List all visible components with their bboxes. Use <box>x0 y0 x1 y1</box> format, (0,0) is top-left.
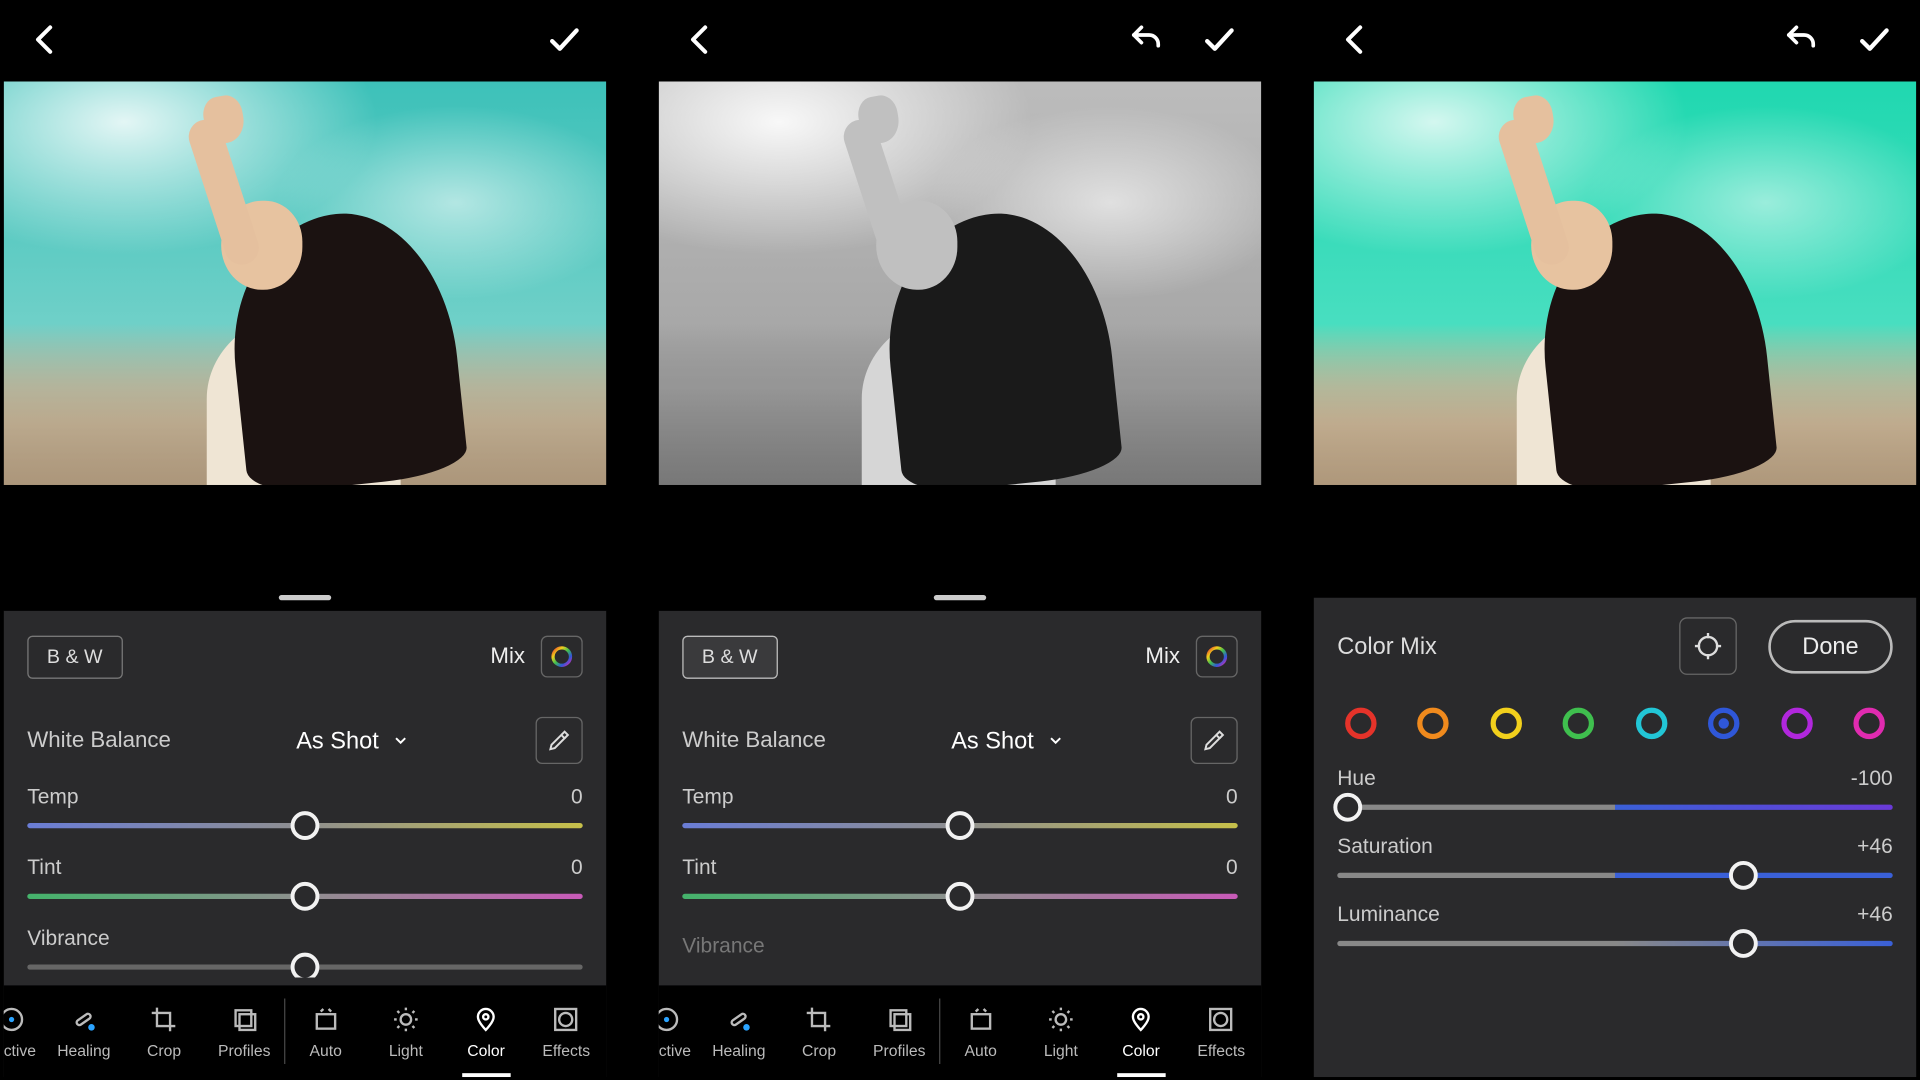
accept-icon[interactable] <box>1856 21 1893 64</box>
photo-preview[interactable] <box>659 82 1262 485</box>
mix-button-label[interactable]: Mix <box>490 643 525 669</box>
panel-grabber-area[interactable] <box>4 485 607 611</box>
tool-healing[interactable]: Healing <box>699 985 779 1077</box>
panel-grabber-area[interactable] <box>659 485 1262 611</box>
screen-bw: B & W Mix White Balance As Shot Temp 0 Ti… <box>659 3 1262 1077</box>
tool-profiles[interactable]: Profiles <box>859 985 939 1077</box>
white-balance-select[interactable]: As Shot <box>296 727 410 755</box>
saturation-slider[interactable]: Saturation +46 <box>1337 836 1892 878</box>
hue-value: -100 <box>1851 768 1893 792</box>
tool-healing[interactable]: Healing <box>44 985 124 1077</box>
swatch-aqua[interactable] <box>1636 708 1667 739</box>
tool-crop[interactable]: Crop <box>779 985 859 1077</box>
temp-label: Temp <box>682 786 733 810</box>
swatch-magenta[interactable] <box>1853 708 1884 739</box>
tint-value: 0 <box>571 857 583 881</box>
tool-selective[interactable]: ctive <box>659 985 699 1077</box>
bottom-toolbar: ctive Healing Crop Profiles Auto Light C… <box>4 985 607 1077</box>
colormix-panel: Color Mix Done Hue -100 <box>1314 598 1917 1077</box>
colormix-title: Color Mix <box>1337 632 1437 660</box>
swatch-green[interactable] <box>1563 708 1594 739</box>
tool-effects[interactable]: Effects <box>1181 985 1261 1077</box>
tool-light[interactable]: Light <box>366 985 446 1077</box>
vibrance-slider[interactable]: Vibrance <box>27 928 582 978</box>
luminance-value: +46 <box>1857 904 1893 928</box>
hue-slider[interactable]: Hue -100 <box>1337 768 1892 810</box>
hue-label: Hue <box>1337 768 1375 792</box>
swatch-orange[interactable] <box>1418 708 1449 739</box>
white-balance-label: White Balance <box>27 727 171 753</box>
tint-slider[interactable]: Tint 0 <box>682 857 1237 899</box>
white-balance-label: White Balance <box>682 727 826 753</box>
tool-auto[interactable]: Auto <box>286 985 366 1077</box>
bw-toggle-button[interactable]: B & W <box>27 635 122 678</box>
drag-handle-icon[interactable] <box>934 595 986 600</box>
saturation-value: +46 <box>1857 836 1893 860</box>
color-wheel-icon[interactable] <box>1196 636 1238 678</box>
tint-slider[interactable]: Tint 0 <box>27 857 582 899</box>
tool-color[interactable]: Color <box>1101 985 1181 1077</box>
screen-colormix: Color Mix Done Hue -100 <box>1314 3 1917 1077</box>
chevron-down-icon <box>392 731 410 749</box>
color-swatches <box>1337 695 1892 768</box>
swatch-yellow[interactable] <box>1490 708 1521 739</box>
saturation-label: Saturation <box>1337 836 1433 860</box>
color-wheel-icon[interactable] <box>541 636 583 678</box>
accept-icon[interactable] <box>546 21 583 64</box>
navbar <box>4 3 607 82</box>
panel-grabber-area <box>1314 485 1917 598</box>
tool-selective[interactable]: ctive <box>4 985 44 1077</box>
back-icon[interactable] <box>682 21 719 64</box>
chevron-down-icon <box>1047 731 1065 749</box>
temp-slider[interactable]: Temp 0 <box>682 786 1237 828</box>
vibrance-slider: Vibrance <box>682 936 1237 986</box>
photo-preview[interactable] <box>4 82 607 485</box>
drag-handle-icon[interactable] <box>279 595 331 600</box>
tint-label: Tint <box>27 857 61 881</box>
luminance-slider[interactable]: Luminance +46 <box>1337 904 1892 946</box>
navbar <box>659 3 1262 82</box>
temp-value: 0 <box>571 786 583 810</box>
tool-effects[interactable]: Effects <box>526 985 606 1077</box>
done-button[interactable]: Done <box>1768 619 1892 673</box>
mix-button-label[interactable]: Mix <box>1145 643 1180 669</box>
temp-label: Temp <box>27 786 78 810</box>
tool-light[interactable]: Light <box>1021 985 1101 1077</box>
vibrance-label: Vibrance <box>682 936 764 960</box>
target-adjust-icon[interactable] <box>1679 617 1737 675</box>
navbar <box>1314 3 1917 82</box>
swatch-red[interactable] <box>1345 708 1376 739</box>
undo-icon[interactable] <box>1783 21 1820 64</box>
tint-value: 0 <box>1226 857 1238 881</box>
swatch-blue[interactable] <box>1708 708 1739 739</box>
eyedropper-icon[interactable] <box>1191 717 1238 764</box>
photo-preview[interactable] <box>1314 82 1917 485</box>
luminance-label: Luminance <box>1337 904 1440 928</box>
vibrance-label: Vibrance <box>27 928 109 952</box>
tool-auto[interactable]: Auto <box>941 985 1021 1077</box>
tint-label: Tint <box>682 857 716 881</box>
undo-icon[interactable] <box>1128 21 1165 64</box>
back-icon[interactable] <box>1337 21 1374 64</box>
temp-slider[interactable]: Temp 0 <box>27 786 582 828</box>
screen-color: B & W Mix White Balance As Shot <box>4 3 607 1077</box>
accept-icon[interactable] <box>1201 21 1238 64</box>
bw-toggle-button[interactable]: B & W <box>682 635 777 678</box>
tool-crop[interactable]: Crop <box>124 985 204 1077</box>
tool-profiles[interactable]: Profiles <box>204 985 284 1077</box>
swatch-purple[interactable] <box>1781 708 1812 739</box>
eyedropper-icon[interactable] <box>536 717 583 764</box>
temp-value: 0 <box>1226 786 1238 810</box>
bottom-toolbar: ctive Healing Crop Profiles Auto Light C… <box>659 985 1262 1077</box>
back-icon[interactable] <box>27 21 64 64</box>
white-balance-select[interactable]: As Shot <box>951 727 1065 755</box>
tool-color[interactable]: Color <box>446 985 526 1077</box>
